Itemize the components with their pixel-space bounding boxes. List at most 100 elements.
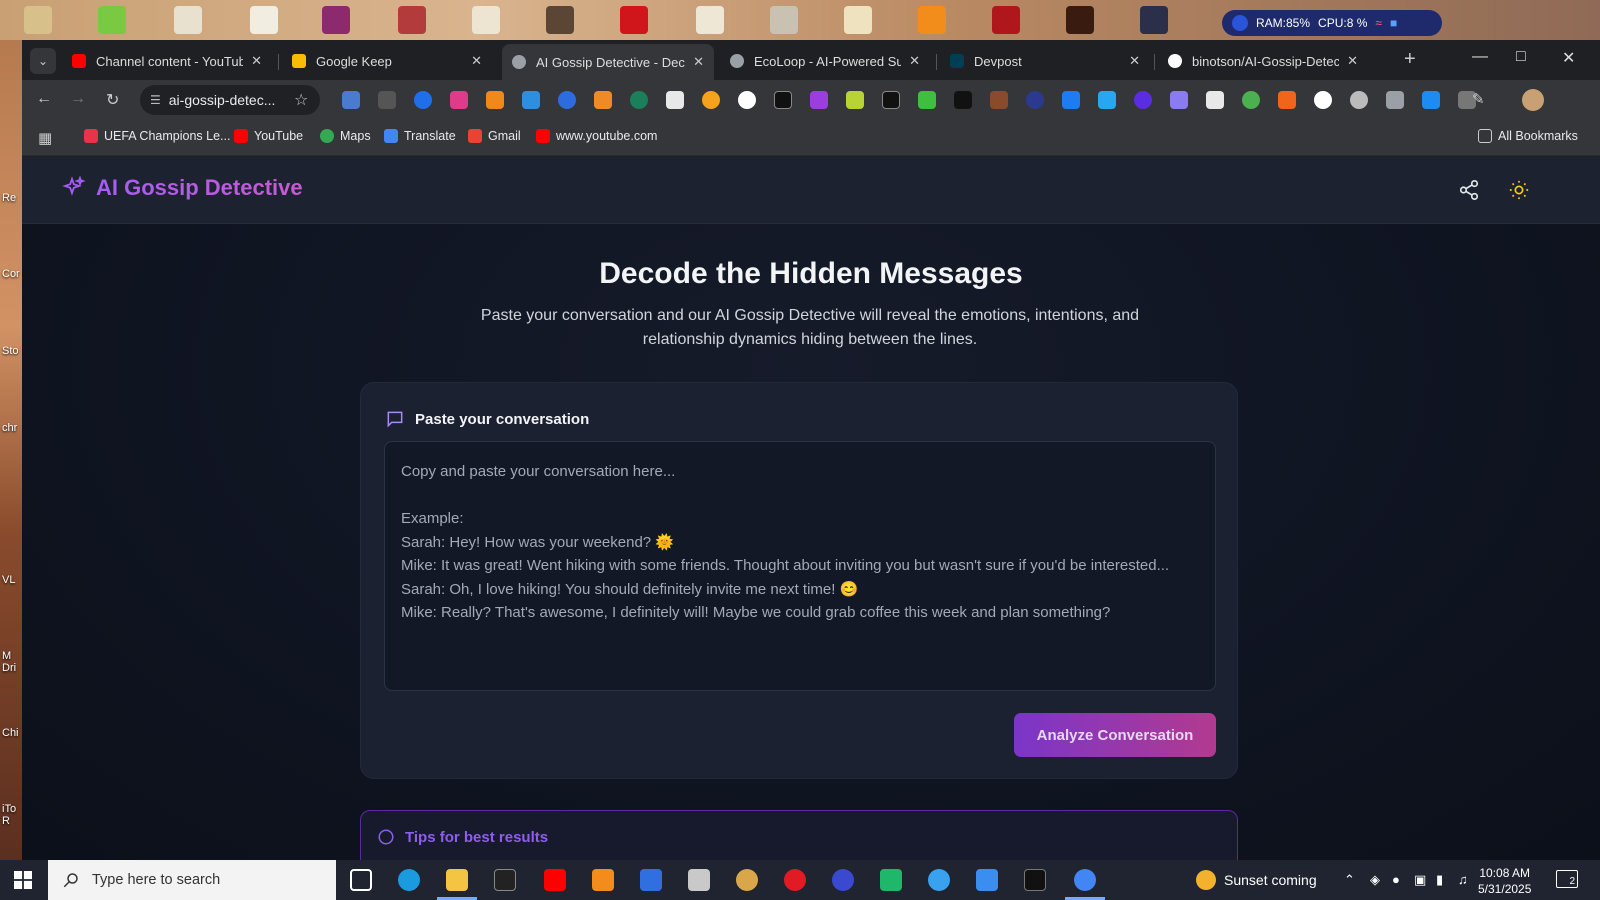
desktop-shortcut-icon[interactable] [472,6,500,34]
extension-icon[interactable] [1026,91,1044,109]
desktop-shortcut-icon[interactable] [98,6,126,34]
app-icon[interactable] [736,869,758,891]
extension-icon[interactable] [1098,91,1116,109]
winrar-icon[interactable] [398,6,426,34]
edge-icon[interactable] [398,869,420,891]
back-button[interactable]: ← [36,90,52,108]
bookmark-item[interactable]: UEFA Champions Le... [84,129,230,143]
app-icon[interactable] [976,869,998,891]
extension-icon[interactable] [702,91,720,109]
app-icon[interactable] [688,869,710,891]
close-icon[interactable]: ✕ [1347,53,1358,69]
extension-icon[interactable] [666,91,684,109]
bookmark-star-icon[interactable]: ☆ [294,90,308,110]
extension-icon[interactable] [1242,91,1260,109]
tab-ai-gossip-detective[interactable]: AI Gossip Detective - Decode ✕ [502,44,714,80]
file-explorer-icon[interactable] [446,869,468,891]
close-icon[interactable]: ✕ [909,53,920,69]
microphone-icon[interactable]: ● [1392,872,1400,887]
store-icon[interactable] [640,869,662,891]
extension-icon[interactable] [774,91,792,109]
tips-header[interactable]: Tips for best results [377,828,548,846]
extension-icon[interactable] [342,91,360,109]
close-icon[interactable]: ✕ [251,53,262,69]
desktop-shortcut-icon[interactable] [992,6,1020,34]
extension-icon[interactable] [630,91,648,109]
sun-icon[interactable] [1508,179,1530,201]
app-icon[interactable] [832,869,854,891]
tab-devpost[interactable]: Devpost ✕ [940,46,1150,76]
network-icon[interactable]: ◈ [1370,872,1380,888]
desktop-shortcut-icon[interactable] [696,6,724,34]
extension-icon[interactable] [1350,91,1368,109]
close-icon[interactable]: ✕ [693,54,704,70]
desktop-shortcut-icon[interactable] [770,6,798,34]
bookmark-item[interactable]: Maps [320,129,371,143]
opera-icon[interactable] [784,869,806,891]
all-bookmarks-button[interactable]: All Bookmarks [1478,129,1578,143]
extension-icon[interactable] [486,91,504,109]
app-icon[interactable] [928,869,950,891]
avatar[interactable] [1522,89,1544,111]
desktop-shortcut-icon[interactable] [1140,6,1168,34]
camera-icon[interactable]: ▣ [1414,872,1426,888]
extension-icon[interactable] [846,91,864,109]
bookmark-item[interactable]: Gmail [468,129,521,143]
app-icon[interactable] [1024,869,1046,891]
conversation-input[interactable]: Copy and paste your conversation here...… [384,441,1216,691]
extension-icon[interactable] [1134,91,1152,109]
minimize-button[interactable]: — [1472,48,1488,66]
close-icon[interactable]: ✕ [1129,53,1140,69]
close-window-button[interactable]: ✕ [1562,48,1575,68]
taskbar-search[interactable]: Type here to search [48,860,336,900]
extensions-puzzle-icon[interactable]: ✎ [1472,90,1485,108]
extension-icon[interactable] [522,91,540,109]
maximize-button[interactable]: □ [1516,48,1526,66]
desktop-shortcut-icon[interactable] [546,6,574,34]
bookmark-item[interactable]: www.youtube.com [536,129,657,143]
bookmark-item[interactable]: Translate [384,129,456,143]
extension-icon[interactable] [918,91,936,109]
chevron-up-icon[interactable]: ⌃ [1344,872,1355,888]
forward-button[interactable]: → [70,90,86,108]
bookmark-item[interactable]: YouTube [234,129,303,143]
vlc-icon[interactable] [592,869,614,891]
reload-button[interactable]: ↻ [106,90,119,110]
youtube-icon[interactable] [544,869,566,891]
extension-icon[interactable] [738,91,756,109]
tab-google-keep[interactable]: Google Keep ✕ [282,46,492,76]
tab-ecoloop[interactable]: EcoLoop - AI-Powered Susta ✕ [720,46,930,76]
address-bar[interactable]: ☰ ai-gossip-detec... [140,85,320,115]
weather-widget[interactable]: Sunset coming [1196,870,1317,890]
desktop-shortcut-icon[interactable] [250,6,278,34]
extension-icon[interactable] [378,91,396,109]
chrome-icon[interactable] [1074,869,1096,891]
desktop-shortcut-icon[interactable] [174,6,202,34]
brand[interactable]: AI Gossip Detective [62,175,303,201]
close-icon[interactable]: ✕ [471,53,482,69]
desktop-shortcut-icon[interactable] [844,6,872,34]
volume-icon[interactable]: ♫ [1458,872,1468,887]
system-monitor-widget[interactable]: RAM:85% CPU:8 % ≈ ■ [1222,10,1442,36]
share-icon[interactable] [1458,179,1480,201]
extension-icon[interactable] [1422,91,1440,109]
extension-icon[interactable] [810,91,828,109]
extension-icon[interactable] [990,91,1008,109]
clock[interactable]: 10:08 AM 5/31/2025 [1478,865,1531,897]
desktop-shortcut-icon[interactable] [1066,6,1094,34]
extension-icon[interactable] [414,91,432,109]
battery-icon[interactable]: ▮ [1436,872,1443,888]
tab-search-button[interactable]: ⌄ [30,48,56,74]
extension-icon[interactable] [594,91,612,109]
notification-icon[interactable]: 2 [1556,870,1578,888]
task-view-icon[interactable] [350,869,372,891]
vlc-icon[interactable] [918,6,946,34]
extension-icon[interactable] [882,91,900,109]
extension-icon[interactable] [1386,91,1404,109]
extension-icon[interactable] [450,91,468,109]
winrar-icon[interactable] [322,6,350,34]
extension-icon[interactable] [1170,91,1188,109]
analyze-conversation-button[interactable]: Analyze Conversation [1014,713,1216,757]
extension-icon[interactable] [1278,91,1296,109]
tab-youtube-studio[interactable]: Channel content - YouTube S ✕ [62,46,272,76]
